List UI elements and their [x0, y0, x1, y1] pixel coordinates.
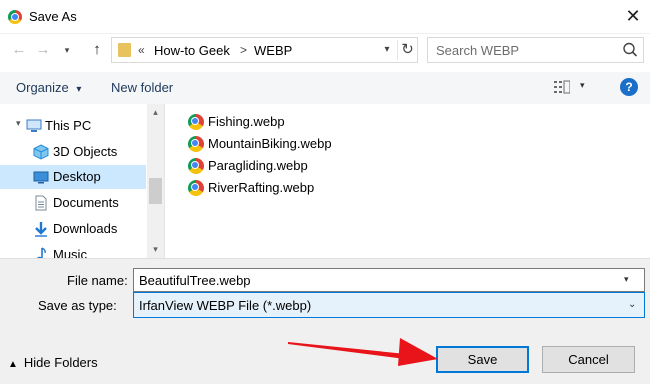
file-name: Fishing.webp [208, 114, 285, 129]
chevron-down-icon[interactable]: ▾ [58, 41, 76, 59]
file-name-value[interactable]: BeautifulTree.webp [139, 273, 251, 288]
sidebar-item-downloads[interactable]: Downloads [0, 217, 146, 241]
view-options-icon[interactable] [554, 80, 570, 94]
chevron-down-icon: ⌄ [628, 299, 637, 310]
file-name: MountainBiking.webp [208, 136, 332, 151]
help-icon[interactable]: ? [620, 78, 638, 96]
search-box[interactable]: Search WEBP [427, 37, 644, 63]
arrow-right-icon[interactable]: → [34, 41, 52, 59]
organize-label: Organize [16, 80, 69, 95]
chevron-up-icon: ▲ [8, 359, 18, 370]
file-name-field[interactable]: BeautifulTree.webp ▾ [133, 268, 645, 292]
address-dropdown-icon[interactable]: ▾ [379, 41, 395, 59]
expand-caret-icon[interactable]: ▾ [16, 118, 21, 129]
chrome-logo-icon [8, 10, 22, 24]
cancel-button[interactable]: Cancel [542, 346, 635, 373]
address-bar[interactable]: « How-to Geek > WEBP ▾ ↻ [111, 37, 418, 63]
file-name-label: File name: [67, 273, 128, 288]
view-dropdown-icon[interactable]: ▾ [580, 80, 585, 91]
save-type-label: Save as type: [38, 298, 117, 313]
chrome-file-icon [188, 180, 204, 196]
file-name-dropdown-icon[interactable]: ▾ [624, 274, 629, 285]
sidebar-item-desktop[interactable]: Desktop [0, 165, 146, 189]
new-folder-button[interactable]: New folder [111, 80, 173, 95]
save-button[interactable]: Save [436, 346, 529, 373]
breadcrumb-how-to-geek[interactable]: How-to Geek [154, 43, 230, 58]
file-list: Fishing.webp MountainBiking.webp Paragli… [165, 104, 650, 258]
scrollbar-thumb[interactable] [149, 178, 162, 204]
arrow-left-icon[interactable]: ← [10, 41, 28, 59]
scroll-down-icon[interactable]: ▾ [147, 241, 164, 258]
save-type-value: IrfanView WEBP File (*.webp) [139, 298, 312, 313]
this-pc-icon [26, 119, 42, 132]
scroll-up-icon[interactable]: ▴ [147, 104, 164, 121]
hide-folders-button[interactable]: ▲ Hide Folders [8, 355, 98, 370]
sidebar-item-label: Downloads [53, 221, 118, 236]
sidebar-item-label: 3D Objects [53, 144, 118, 159]
sidebar-item-label: Documents [53, 195, 119, 210]
window-title: Save As [29, 9, 77, 24]
sidebar-item-3d-objects[interactable]: 3D Objects [0, 140, 146, 164]
breadcrumb-webp[interactable]: WEBP [254, 43, 292, 58]
sidebar-item-label: This PC [45, 118, 92, 133]
desktop-icon [33, 171, 49, 184]
title-bar: Save As ✕ [0, 0, 650, 34]
command-toolbar: Organize ▾ New folder ▾ ? [0, 72, 650, 104]
save-type-select[interactable]: IrfanView WEBP File (*.webp) ⌄ [133, 292, 645, 318]
organize-caret-icon: ▾ [76, 84, 82, 95]
sidebar-item-this-pc[interactable]: ▾ This PC [0, 114, 146, 138]
navigation-scrollbar[interactable]: ▴ ▾ [147, 104, 164, 258]
sidebar-item-label: Desktop [53, 169, 101, 184]
sidebar-item-documents[interactable]: Documents [0, 191, 146, 215]
hide-folders-label: Hide Folders [23, 355, 98, 370]
navigation-pane: ▾ This PC 3D Objects Desktop Documents D… [0, 104, 164, 258]
folder-icon [118, 43, 131, 57]
close-icon[interactable]: ✕ [622, 5, 644, 27]
address-prefix[interactable]: « [138, 43, 145, 57]
search-input[interactable]: Search WEBP [436, 43, 519, 58]
downloads-icon [35, 222, 47, 237]
file-name: Paragliding.webp [208, 158, 308, 173]
3d-objects-icon [33, 144, 49, 160]
search-icon[interactable] [621, 41, 639, 59]
breadcrumb-separator[interactable]: > [240, 43, 247, 57]
sidebar-item-label: Music [53, 247, 87, 258]
documents-icon [35, 195, 47, 211]
music-icon [36, 247, 46, 258]
sidebar-item-music[interactable]: Music [0, 243, 146, 258]
refresh-icon[interactable]: ↻ [397, 40, 417, 60]
arrow-up-icon[interactable]: ↑ [88, 41, 106, 59]
chrome-file-icon [188, 114, 204, 130]
chrome-file-icon [188, 136, 204, 152]
file-name: RiverRafting.webp [208, 180, 315, 195]
chrome-file-icon [188, 158, 204, 174]
organize-button[interactable]: Organize ▾ [16, 80, 81, 95]
